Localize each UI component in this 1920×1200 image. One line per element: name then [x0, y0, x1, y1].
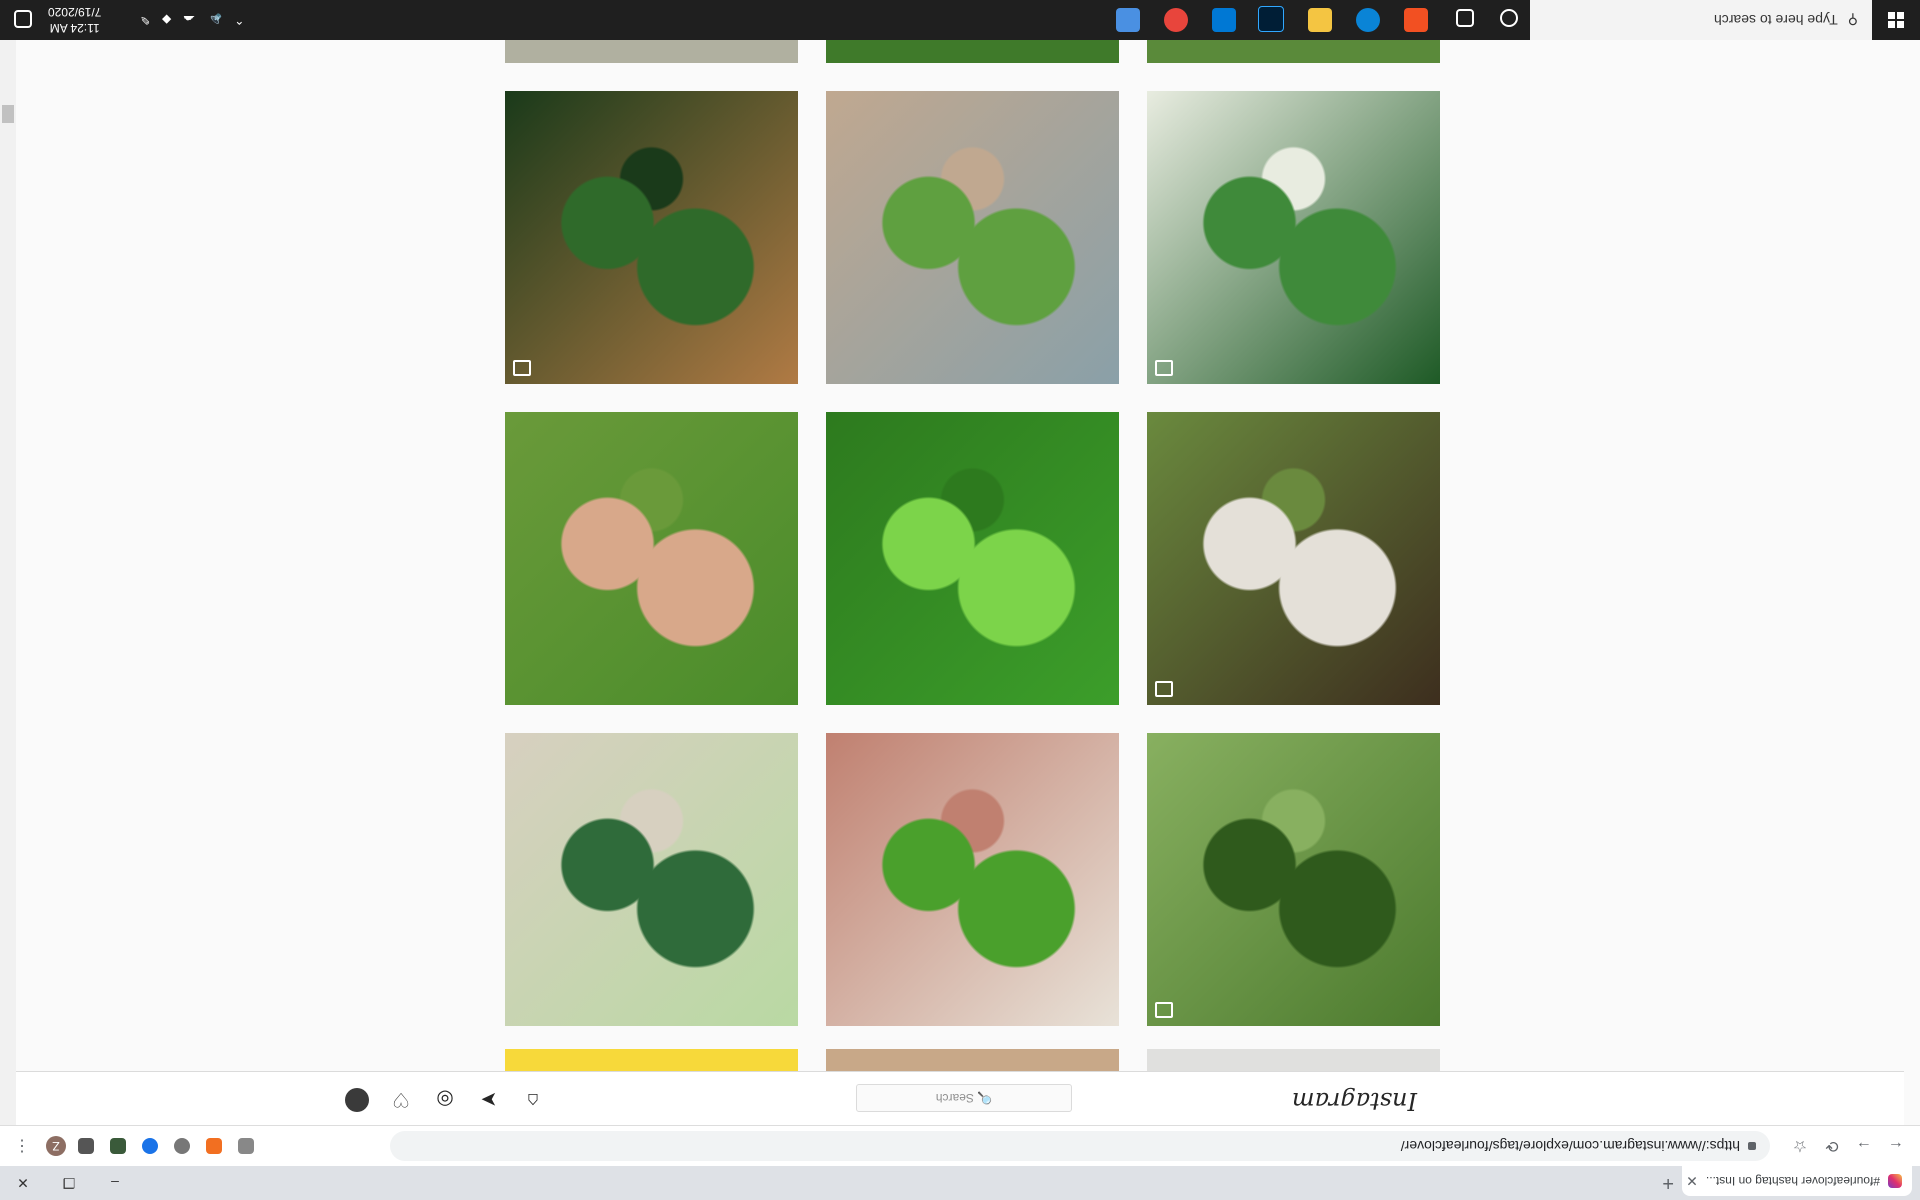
settings-icon[interactable]	[1116, 8, 1140, 32]
multiple-photos-icon	[513, 360, 531, 376]
microsoft-store-icon[interactable]	[1404, 8, 1428, 32]
post-thumbnail-partial[interactable]	[826, 40, 1119, 63]
windows-taskbar: ⚲ Type here to search ⌃ 🔈 ☁ ◆ ✎ 11:24 AM…	[0, 0, 1920, 40]
windows-logo-icon	[1888, 12, 1904, 28]
search-icon: ⚲	[1847, 12, 1858, 29]
multiple-photos-icon	[1155, 681, 1173, 697]
clock-date: 7/19/2020	[48, 5, 102, 19]
file-explorer-icon[interactable]	[1308, 8, 1332, 32]
clock-time: 11:24 AM	[49, 21, 100, 35]
chrome-icon[interactable]	[1164, 8, 1188, 32]
post-thumbnail[interactable]	[1147, 733, 1440, 1026]
edge-icon[interactable]	[1356, 8, 1380, 32]
post-thumbnail-partial[interactable]	[1147, 40, 1440, 63]
chevron-up-icon[interactable]: ⌃	[234, 13, 244, 27]
post-thumbnail-partial[interactable]	[826, 1049, 1119, 1071]
post-thumbnail[interactable]	[826, 91, 1119, 384]
post-grid	[0, 0, 1920, 1200]
cortana-icon[interactable]	[1500, 9, 1518, 27]
post-thumbnail[interactable]	[505, 91, 798, 384]
post-thumbnail[interactable]	[826, 733, 1119, 1026]
post-thumbnail[interactable]	[505, 412, 798, 705]
start-button[interactable]	[1872, 0, 1920, 40]
post-thumbnail[interactable]	[1147, 91, 1440, 384]
screen: #fourleafclover hashtag on Inst... ✕ + –…	[0, 0, 1920, 1200]
photoshop-icon[interactable]	[1258, 6, 1284, 32]
scrollbar[interactable]	[0, 40, 16, 1125]
dropbox-icon[interactable]: ◆	[162, 13, 171, 27]
scrollbar-thumb[interactable]	[2, 105, 14, 123]
task-view-icon[interactable]	[1456, 9, 1474, 27]
taskbar-search-text: Type here to search	[1713, 12, 1838, 28]
post-thumbnail[interactable]	[826, 412, 1119, 705]
post-thumbnail-partial[interactable]	[505, 1049, 798, 1071]
multiple-photos-icon	[1155, 360, 1173, 376]
post-thumbnail[interactable]	[1147, 412, 1440, 705]
clock[interactable]: 11:24 AM 7/19/2020	[48, 4, 101, 36]
post-thumbnail[interactable]	[505, 733, 798, 1026]
post-thumbnail-partial[interactable]	[505, 40, 798, 63]
notifications-icon[interactable]	[14, 10, 32, 28]
mail-icon[interactable]	[1212, 8, 1236, 32]
pen-icon[interactable]: ✎	[140, 13, 150, 27]
taskbar-search-box[interactable]: ⚲ Type here to search	[1530, 0, 1872, 40]
post-thumbnail-partial[interactable]	[1147, 1049, 1440, 1071]
multiple-photos-icon	[1155, 1002, 1173, 1018]
onedrive-icon[interactable]: ☁	[183, 13, 195, 27]
volume-icon[interactable]: 🔈	[207, 13, 222, 27]
